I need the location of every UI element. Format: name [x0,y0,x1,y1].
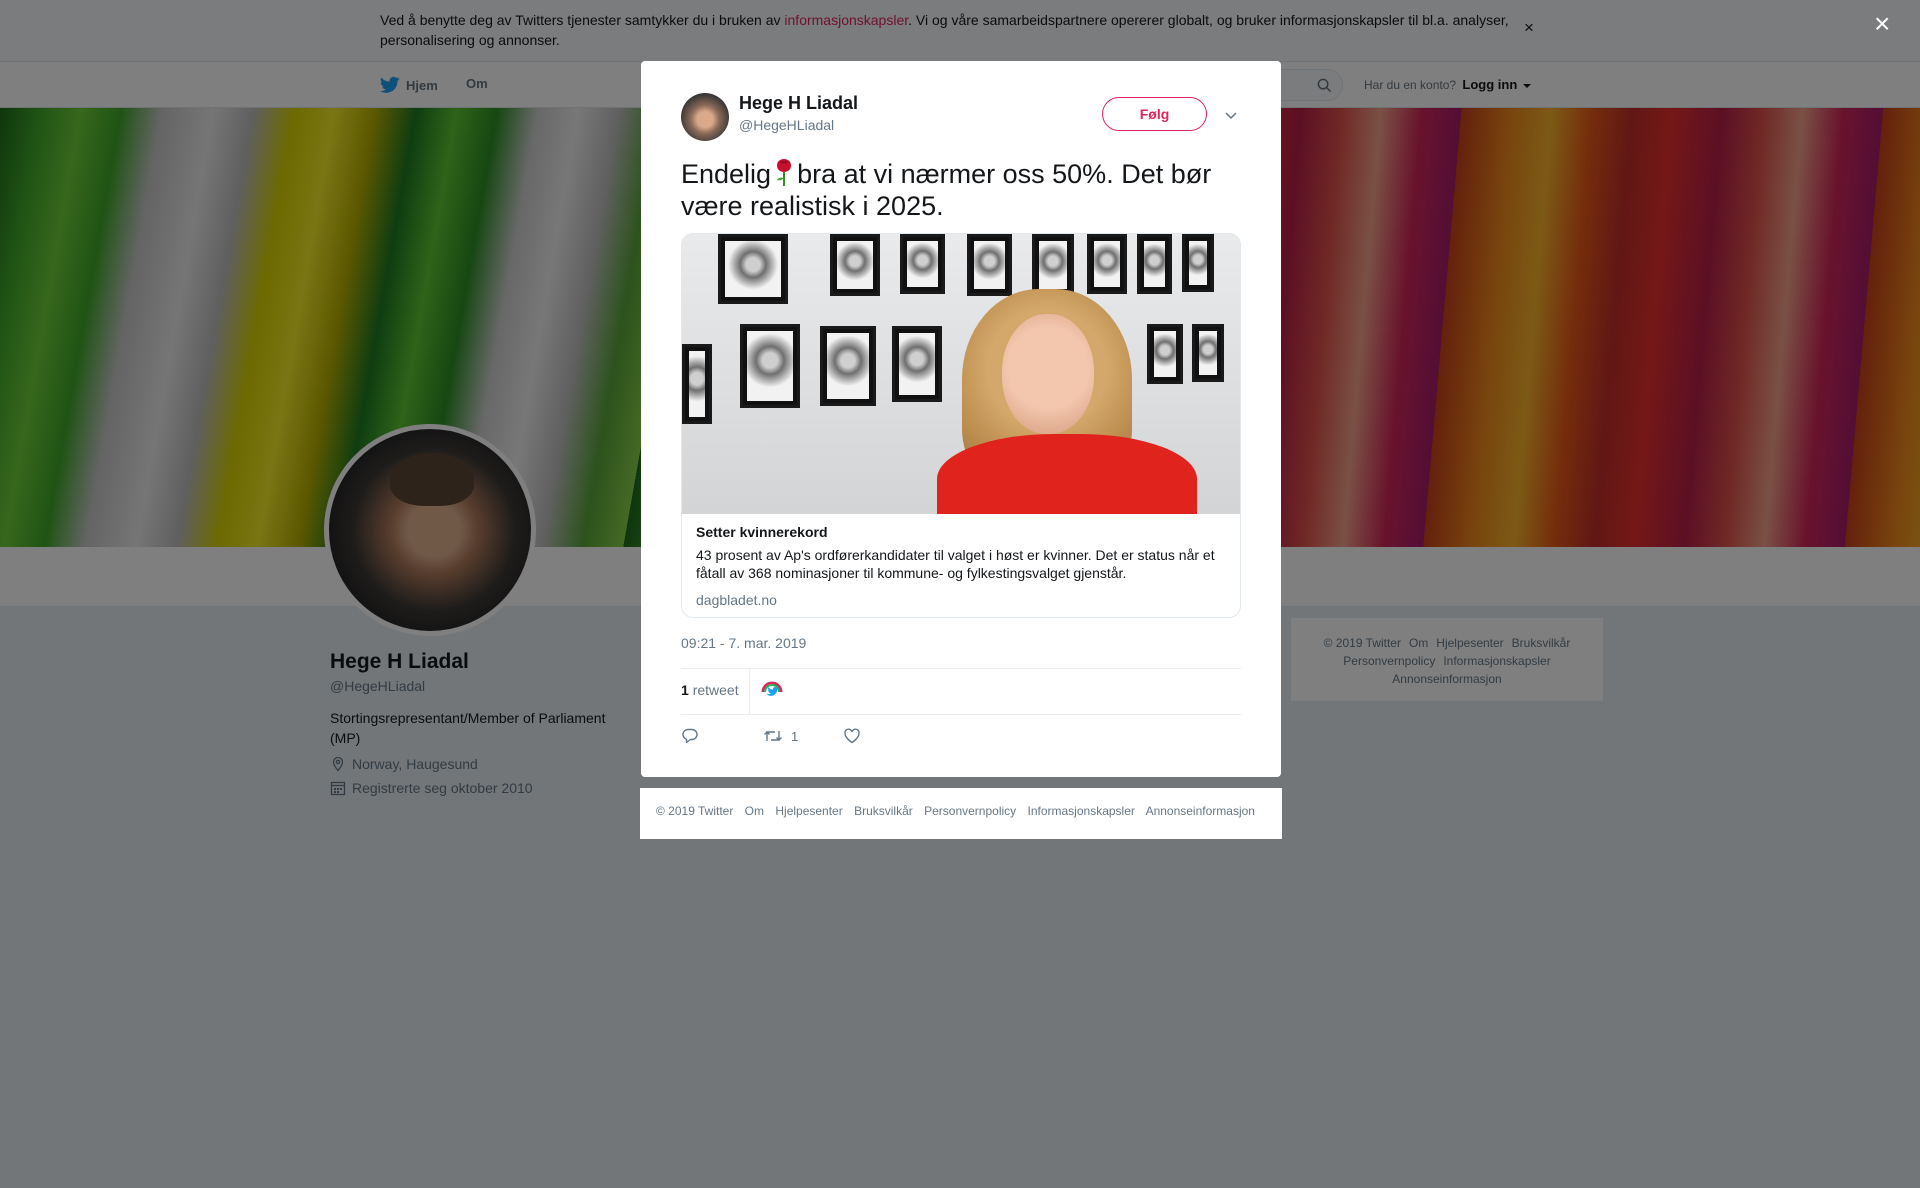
modal-footer-link-help[interactable]: Hjelpesenter [775,804,842,818]
tweet-author-name[interactable]: Hege H Liadal [739,93,858,114]
heart-icon [844,728,860,744]
portrait-frame [682,344,712,424]
portrait-frame [1182,234,1214,292]
portrait-frame [1192,324,1224,382]
portrait-frame [740,324,800,408]
portrait-frame [1147,324,1183,384]
retweet-stat[interactable]: 1 retweet [681,682,739,698]
portrait-frame [820,326,876,406]
retweet-stat-label: retweet [692,682,739,698]
tweet-text: Endelig bra at vi nærmer oss 50%. Det bør… [681,155,1251,222]
card-image [682,234,1240,514]
woman-shirt-shape [937,434,1197,514]
woman-face-shape [1002,314,1094,434]
modal-footer: © 2019 Twitter Om Hjelpesenter Bruksvilk… [640,788,1282,839]
tweet-stats: 1 retweet [681,668,1241,715]
tweet-author-avatar[interactable] [681,93,729,141]
tweet-modal: Hege H Liadal @HegeHLiadal Følg Endelig b… [641,61,1281,777]
retweet-stat-count: 1 [681,682,689,698]
modal-footer-link-ads-info[interactable]: Annonseinformasjon [1146,804,1255,818]
modal-footer-link-privacy[interactable]: Personvernpolicy [924,804,1016,818]
card-description: 43 prosent av Ap's ordførerkandidater ti… [696,547,1215,581]
tweet-author-handle[interactable]: @HegeHLiadal [739,117,834,133]
portrait-frame [830,234,880,296]
portrait-frame [900,234,945,294]
retweeter-avatar[interactable] [761,680,783,702]
modal-footer-link-about[interactable]: Om [745,804,764,818]
portrait-frame [967,234,1012,296]
stats-divider [749,669,750,714]
portrait-frame [1137,234,1172,294]
portrait-frame [892,326,942,402]
card-title: Setter kvinnerekord [696,524,828,540]
modal-footer-link-terms[interactable]: Bruksvilkår [854,804,913,818]
reply-button[interactable] [681,727,707,745]
rose-emoji-icon [777,159,792,186]
portrait-frame [1087,234,1127,294]
like-button[interactable] [843,727,869,745]
tweet-actions: 1 [681,727,1241,751]
retweet-button[interactable]: 1 [763,727,798,745]
retweet-count: 1 [791,728,799,744]
portrait-frame [1032,234,1074,296]
tweet-text-start: Endelig [681,159,772,189]
link-preview-card[interactable]: Setter kvinnerekord 43 prosent av Ap's o… [681,233,1241,618]
portrait-frame [718,234,788,304]
close-modal-button[interactable]: × [1874,10,1890,38]
modal-footer-copyright: © 2019 Twitter [656,804,734,818]
tweet-timestamp[interactable]: 09:21 - 7. mar. 2019 [681,635,806,651]
chevron-down-icon[interactable] [1223,107,1239,123]
retweet-icon [764,731,782,741]
modal-footer-link-cookies[interactable]: Informasjonskapsler [1028,804,1135,818]
card-domain: dagbladet.no [696,592,777,608]
reply-icon [682,728,698,744]
follow-button[interactable]: Følg [1102,97,1207,131]
